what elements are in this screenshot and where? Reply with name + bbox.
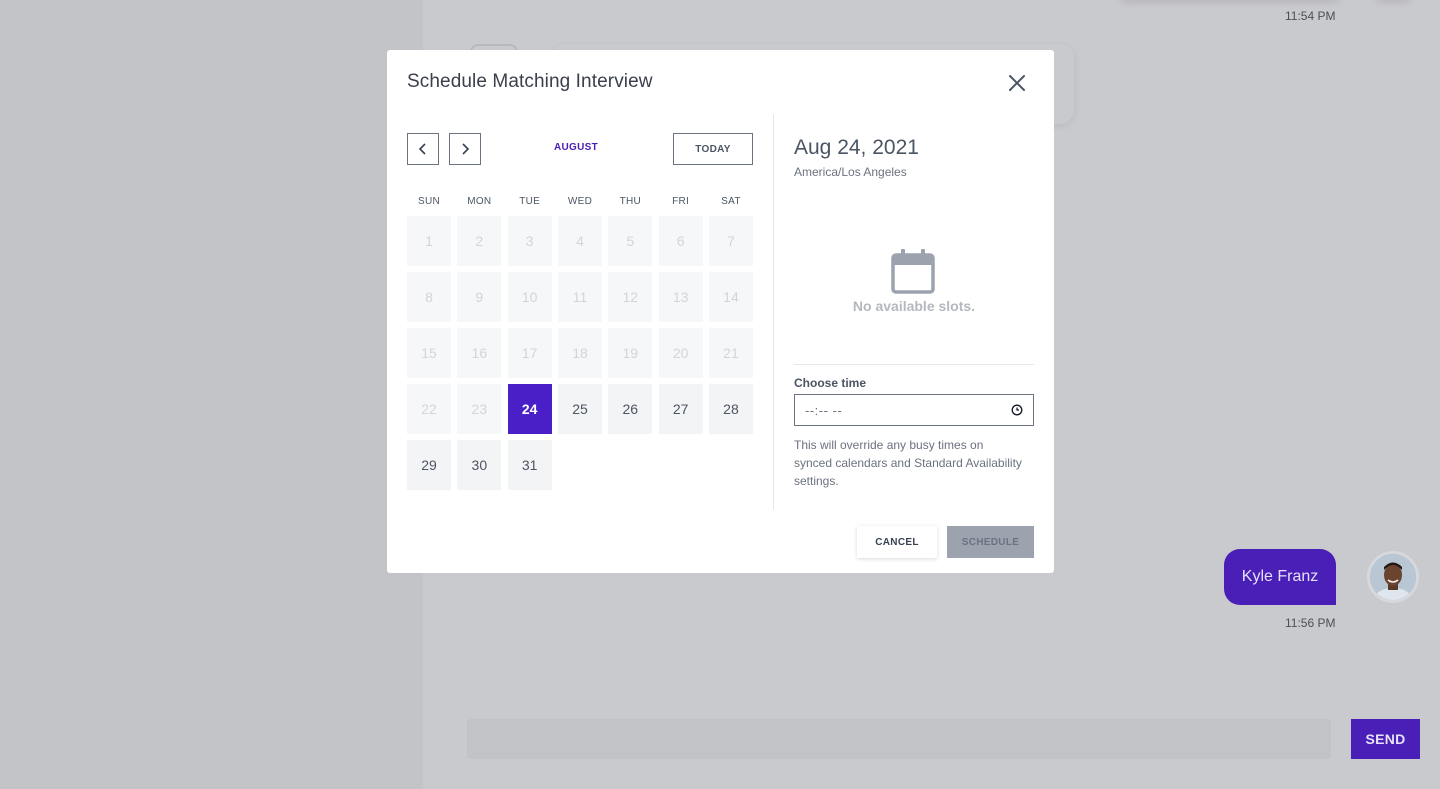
schedule-modal: Schedule Matching Interview AUGUST TODAY…	[387, 50, 1054, 573]
calendar-day[interactable]: 28	[708, 384, 753, 434]
calendar-day: 5	[608, 216, 653, 266]
message-timestamp: 11:56 PM	[1285, 616, 1336, 630]
calendar-day[interactable]: 30	[457, 440, 502, 490]
calendar-day: 13	[658, 272, 703, 322]
calendar-day: 20	[658, 328, 703, 378]
left-pane	[0, 0, 423, 789]
calendar-day: 18	[557, 328, 602, 378]
calendar-day: 8	[407, 272, 451, 322]
override-note: This will override any busy times on syn…	[794, 438, 1022, 488]
weekday-header: SUN MON TUE WED THU FRI SAT	[407, 196, 753, 210]
weekday-tue: TUE	[519, 196, 541, 207]
calendar-day: 4	[557, 216, 602, 266]
weekday-wed: WED	[567, 196, 593, 207]
message-timestamp: 11:54 PM	[1285, 9, 1336, 23]
calendar-day: 2	[457, 216, 502, 266]
cancel-button[interactable]: CANCEL	[857, 526, 937, 558]
calendar-day: 23	[457, 384, 502, 434]
calendar-day: 17	[507, 328, 552, 378]
close-icon[interactable]	[1004, 70, 1030, 96]
calendar-day: 19	[608, 328, 653, 378]
chevron-right-icon	[462, 143, 470, 155]
calendar-day: 21	[708, 328, 753, 378]
selected-date: Aug 24, 2021	[794, 136, 919, 159]
calendar-day[interactable]: 25	[557, 384, 602, 434]
calendar-day: 10	[507, 272, 552, 322]
month-label: AUGUST	[553, 142, 599, 153]
timezone-label: America/Los Angeles	[794, 165, 907, 179]
send-button[interactable]: SEND	[1351, 719, 1420, 759]
divider	[773, 114, 774, 510]
time-value: --:-- --	[805, 402, 843, 418]
calendar-day-selected[interactable]: 24	[507, 384, 552, 434]
clock-icon[interactable]	[1011, 404, 1023, 416]
prev-month-button[interactable]	[407, 133, 439, 165]
next-month-button[interactable]	[449, 133, 481, 165]
calendar-day[interactable]: 26	[608, 384, 653, 434]
user-message-bubble: Kyle Franz	[1224, 549, 1336, 605]
divider	[794, 364, 1034, 365]
calendar-icon	[891, 248, 935, 294]
time-input[interactable]: --:-- --	[794, 394, 1034, 426]
calendar-day: 7	[708, 216, 753, 266]
no-slots-message: No available slots.	[852, 298, 976, 314]
weekday-thu: THU	[619, 196, 642, 207]
calendar-day: 3	[507, 216, 552, 266]
today-button[interactable]: TODAY	[673, 133, 753, 165]
weekday-sun: SUN	[417, 196, 440, 207]
calendar-day: 16	[457, 328, 502, 378]
calendar-day[interactable]: 29	[407, 440, 451, 490]
weekday-mon: MON	[467, 196, 492, 207]
schedule-button[interactable]: SCHEDULE	[947, 526, 1034, 558]
calendar-day: 22	[407, 384, 451, 434]
calendar-day: 6	[658, 216, 703, 266]
calendar-day: 15	[407, 328, 451, 378]
calendar-day: 1	[407, 216, 451, 266]
weekday-fri: FRI	[672, 196, 690, 207]
calendar-day: 11	[557, 272, 602, 322]
user-avatar	[1367, 551, 1419, 603]
calendar-day: 14	[708, 272, 753, 322]
calendar-day[interactable]: 27	[658, 384, 703, 434]
calendar-day: 9	[457, 272, 502, 322]
choose-time-label: Choose time	[794, 376, 867, 390]
modal-title: Schedule Matching Interview	[407, 71, 653, 92]
calendar-day[interactable]: 31	[507, 440, 552, 490]
weekday-sat: SAT	[721, 196, 741, 207]
message-input[interactable]	[467, 719, 1331, 759]
calendar-day: 12	[608, 272, 653, 322]
chevron-left-icon	[418, 143, 426, 155]
